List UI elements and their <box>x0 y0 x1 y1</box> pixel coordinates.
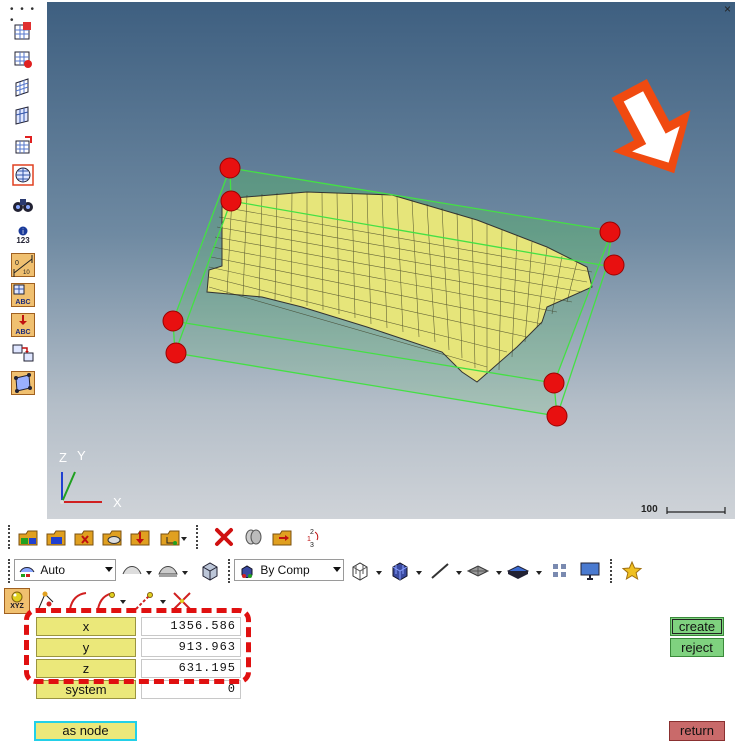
graphics-viewport[interactable]: × Z Y X 100 <box>47 2 735 519</box>
plane-display-icon[interactable] <box>466 559 490 583</box>
numbering-icon[interactable]: i 123 <box>11 222 35 248</box>
delete-icon[interactable] <box>212 525 236 549</box>
return-button[interactable]: return <box>669 721 725 741</box>
surface-display-dropdown-arrow[interactable] <box>536 571 542 575</box>
axis-y-label: Y <box>77 448 86 463</box>
folder-tree-dropdown-arrow[interactable] <box>181 537 187 541</box>
measure-icon[interactable]: 0 10 <box>11 252 35 278</box>
binoculars-icon[interactable] <box>11 194 35 216</box>
plane-display-dropdown-arrow[interactable] <box>496 571 502 575</box>
wireframe-cube-icon[interactable] <box>348 559 372 583</box>
svg-text:ABC: ABC <box>15 329 30 336</box>
layers-icon[interactable] <box>242 525 266 549</box>
monitor-icon[interactable] <box>578 559 602 583</box>
corner-node <box>220 190 242 212</box>
mesh-cube-icon[interactable] <box>388 559 412 583</box>
svg-text:3: 3 <box>310 542 314 548</box>
wireframe-dropdown-arrow[interactable] <box>376 571 382 575</box>
axis-z-label: Z <box>59 450 67 465</box>
folder-delete-icon[interactable] <box>72 525 96 549</box>
scale-bar <box>666 507 726 514</box>
app-window: • • • • i 123 0 10 ABC ABC × Z Y X 100 2… <box>0 0 740 750</box>
elements-grid-icon[interactable] <box>548 559 572 583</box>
callout-arrow-icon <box>611 79 691 174</box>
pick-mesh-icon[interactable] <box>11 48 35 70</box>
folder-import-icon[interactable] <box>128 525 152 549</box>
globe-mesh-icon[interactable] <box>11 164 35 186</box>
coordinates-highlight <box>24 608 251 684</box>
axis-triad-icon <box>60 471 102 504</box>
mesh-edit-icon[interactable] <box>11 134 35 156</box>
chevron-down-icon <box>333 567 341 572</box>
toolbar-row-1: 213 <box>0 522 740 552</box>
toolbar-separator <box>196 525 198 549</box>
xyz-node-icon[interactable]: XYZ <box>4 588 30 614</box>
visualization-icon <box>19 566 35 577</box>
arc-center-dropdown-arrow[interactable] <box>120 600 126 604</box>
as-node-button[interactable]: as node <box>34 721 137 741</box>
svg-text:ABC: ABC <box>15 299 30 306</box>
shaded-dropdown-arrow[interactable] <box>146 571 152 575</box>
model-scene <box>60 79 726 514</box>
toolbar-grip[interactable] <box>8 525 10 549</box>
corner-node <box>165 342 187 364</box>
toolbar-separator <box>610 559 612 583</box>
corner-node <box>162 310 184 332</box>
mesh-plane-icon[interactable] <box>11 76 35 98</box>
by-comp-color-dropdown[interactable]: By Comp <box>234 559 344 581</box>
mesh-select-icon[interactable] <box>11 104 35 126</box>
numbering-text: 123 <box>16 235 30 245</box>
corner-node <box>546 405 568 427</box>
surface-display-icon[interactable] <box>506 559 530 583</box>
folder-reorder-icon[interactable] <box>270 525 294 549</box>
line-between-dropdown-arrow[interactable] <box>160 600 166 604</box>
left-toolbar: • • • • i 123 0 10 ABC ABC <box>0 0 46 520</box>
frame-icon[interactable] <box>11 370 35 396</box>
label-abc-down-icon[interactable]: ABC <box>11 312 35 338</box>
reject-button[interactable]: reject <box>670 638 724 657</box>
color-by-icon <box>241 565 253 579</box>
flip-icon[interactable] <box>11 342 35 364</box>
renumber-icon[interactable]: 213 <box>300 525 324 549</box>
toolbar-separator <box>228 559 230 583</box>
collector-icon[interactable] <box>44 525 68 549</box>
svg-text:2: 2 <box>310 529 314 536</box>
by-comp-color-label: By Comp <box>260 563 310 577</box>
corner-node <box>219 157 241 179</box>
xyz-badge: XYZ <box>10 603 24 610</box>
toolbar-row-2: Auto By Comp <box>0 556 740 586</box>
folder-tree-icon[interactable] <box>158 525 182 549</box>
auto-visualization-dropdown[interactable]: Auto <box>14 559 116 581</box>
scale-label: 100 <box>641 504 658 515</box>
mesh-cube-dropdown-arrow[interactable] <box>416 571 422 575</box>
grid-snap-icon[interactable] <box>11 20 35 42</box>
shaded-surface-icon[interactable] <box>120 559 144 583</box>
box-solid-icon[interactable] <box>198 559 222 583</box>
auto-visualization-label: Auto <box>40 563 66 577</box>
wire-surface-icon[interactable] <box>156 559 180 583</box>
component-icon[interactable] <box>16 525 40 549</box>
create-button[interactable]: create <box>670 617 724 636</box>
axis-x-label: X <box>113 495 122 510</box>
wire-dropdown-arrow[interactable] <box>182 571 188 575</box>
svg-text:10: 10 <box>23 270 30 276</box>
chevron-down-icon <box>105 567 113 572</box>
corner-node <box>599 221 621 243</box>
svg-text:0: 0 <box>15 260 19 267</box>
corner-node <box>543 372 565 394</box>
folder-view-icon[interactable] <box>100 525 124 549</box>
label-abc-icon[interactable]: ABC <box>11 282 35 308</box>
corner-node <box>603 254 625 276</box>
line-display-dropdown-arrow[interactable] <box>456 571 462 575</box>
toolbar-grip[interactable] <box>8 559 10 583</box>
line-display-icon[interactable] <box>428 559 452 583</box>
favorite-star-icon[interactable] <box>620 559 644 583</box>
